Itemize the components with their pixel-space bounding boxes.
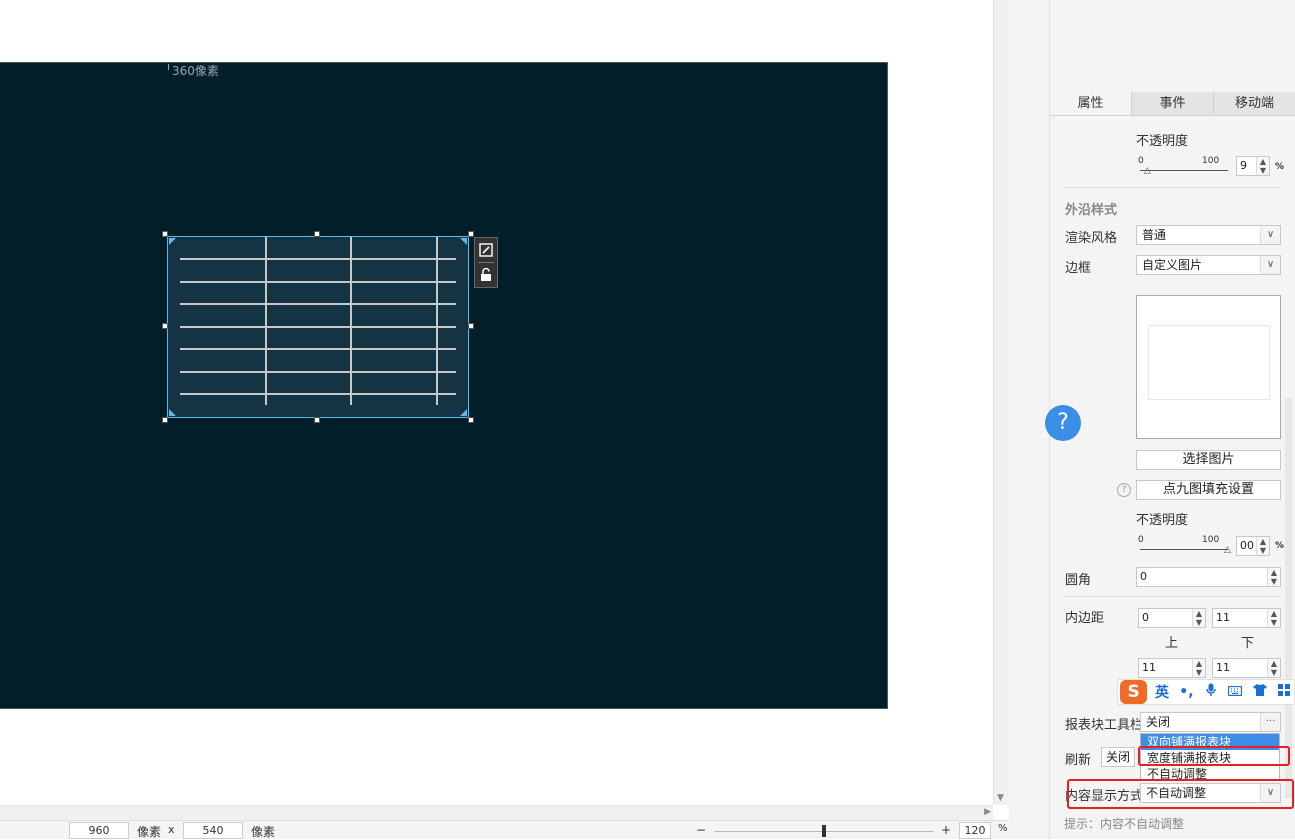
report-table-block[interactable] [167,236,469,418]
opacity-label: 不透明度 [1136,134,1189,149]
help-bubble-button[interactable]: ? [1045,405,1081,441]
shirt-icon[interactable] [1250,684,1269,700]
ime-toolbar: S 英 •, [1117,679,1295,705]
language-toggle[interactable]: 英 [1152,682,1171,702]
status-bar: 960 像素 x 540 像素 − + 120 % [0,820,1009,839]
border-opacity-slider-thumb[interactable]: △ [1224,545,1231,555]
border-select[interactable]: 自定义图片 ∨ [1136,255,1281,275]
more-options-button[interactable]: ··· [1260,713,1280,731]
corner-decoration [460,409,467,416]
corner-radius-stepper[interactable]: ▲ ▼ [1267,568,1280,586]
table-grid [169,237,467,416]
punctuation-toggle[interactable]: •, [1177,684,1196,700]
render-style-label: 渲染风格 [1065,231,1118,246]
render-style-select[interactable]: 普通 ∨ [1136,225,1281,245]
opacity-slider[interactable] [1140,170,1228,171]
opacity-max-label: 100 [1202,156,1220,166]
microphone-icon[interactable] [1201,683,1220,701]
ninepatch-fill-button[interactable]: 点九图填充设置 [1136,480,1281,500]
resize-handle-bl[interactable] [162,417,168,423]
opacity-input[interactable]: 9 ▲ ▼ [1236,156,1270,176]
corner-radius-label: 圆角 [1065,573,1092,588]
unlock-icon[interactable] [475,263,497,287]
refresh-label: 刷新 [1065,753,1092,768]
border-opacity-input[interactable]: 00 ▲ ▼ [1236,536,1270,556]
padding-left-input[interactable]: 11 ▲ ▼ [1138,658,1206,678]
scroll-right-arrow[interactable]: ▶ [984,807,991,817]
padding-bottom-stepper[interactable]: ▲ ▼ [1267,609,1280,627]
resize-handle-br[interactable] [468,417,474,423]
border-opacity-unit-label: % [1275,541,1285,551]
grid-icon[interactable] [1275,684,1294,700]
scroll-down-arrow[interactable]: ▼ [997,793,1004,803]
times-label: x [168,823,175,836]
resize-handle-mr[interactable] [468,323,474,329]
select-image-button[interactable]: 选择图片 [1136,450,1281,470]
padding-bottom-label: 下 [1241,636,1255,651]
padding-right-stepper[interactable]: ▲ ▼ [1267,659,1280,677]
ruler-label: 360像素 [168,62,219,79]
chevron-down-icon: ∨ [1260,256,1280,274]
zoom-input[interactable]: 120 [959,822,991,839]
border-image-preview [1136,295,1281,439]
design-workspace[interactable]: 360像素 [0,0,993,805]
padding-top-input[interactable]: 0 ▲ ▼ [1138,608,1206,628]
widget-mini-toolbar [474,237,498,288]
border-opacity-slider[interactable] [1140,549,1228,550]
resize-handle-bm[interactable] [314,417,320,423]
report-toolbar-label: 报表块工具栏 [1065,718,1144,733]
opacity-min-label: 0 [1138,156,1144,166]
opacity-stepper[interactable]: ▲ ▼ [1256,157,1269,175]
border-label: 边框 [1065,261,1092,276]
property-panel: 属性 事件 移动端 不透明度 0 100 △ 9 ▲ ▼ % 外沿样式 渲染风格 … [1049,0,1295,839]
canvas-width-input[interactable]: 960 [69,822,129,839]
tab-properties[interactable]: 属性 [1050,92,1132,115]
refresh-select[interactable]: 关闭 [1101,747,1135,767]
corner-decoration [460,238,467,245]
zoom-out-button[interactable]: − [696,823,706,837]
tab-events[interactable]: 事件 [1132,92,1214,115]
padding-left-stepper[interactable]: ▲ ▼ [1192,659,1205,677]
resize-handle-ml[interactable] [162,323,168,329]
border-opacity-stepper[interactable]: ▲ ▼ [1256,537,1269,555]
zoom-slider-thumb[interactable] [822,825,826,837]
hint-text: 提示：内容不自动调整 [1064,817,1185,831]
edit-icon[interactable] [475,238,497,262]
panel-tabs: 属性 事件 移动端 [1050,92,1295,116]
keyboard-icon[interactable] [1226,684,1245,700]
outer-style-section-title: 外沿样式 [1065,203,1118,218]
tab-mobile[interactable]: 移动端 [1214,92,1295,115]
canvas-height-input[interactable]: 540 [183,822,243,839]
corner-radius-input[interactable]: 0 ▲ ▼ [1136,567,1281,587]
padding-label: 内边距 [1065,611,1105,626]
resize-handle-tl[interactable] [162,231,168,237]
corner-decoration [169,409,176,416]
corner-decoration [169,238,176,245]
padding-top-label: 上 [1165,636,1179,651]
report-toolbar-select[interactable]: 关闭 ··· [1140,712,1281,732]
border-opacity-max-label: 100 [1202,535,1220,545]
padding-right-input[interactable]: 11 ▲ ▼ [1212,658,1281,678]
panel-scrollbar[interactable] [1285,398,1292,798]
highlight-box [1067,779,1294,809]
sogou-logo-icon[interactable]: S [1120,680,1148,704]
padding-bottom-input[interactable]: 11 ▲ ▼ [1212,608,1281,628]
zoom-unit-label: % [998,823,1008,834]
border-opacity-min-label: 0 [1138,535,1144,545]
panel-gutter [1009,0,1049,839]
workspace-horizontal-scrollbar[interactable]: ▶ [0,805,993,820]
chevron-down-icon: ∨ [1260,226,1280,244]
height-unit-label: 像素 [251,825,276,839]
opacity-unit-label: % [1275,162,1285,172]
width-unit-label: 像素 [137,825,162,839]
help-circle-icon[interactable]: ? [1117,483,1131,497]
opacity-slider-thumb[interactable]: △ [1144,166,1151,176]
resize-handle-tm[interactable] [314,231,320,237]
zoom-in-button[interactable]: + [941,823,951,837]
workspace-vertical-scrollbar[interactable]: ▼ [993,0,1009,805]
highlight-box [1138,746,1290,766]
padding-top-stepper[interactable]: ▲ ▼ [1192,609,1205,627]
border-image-thumbnail [1148,325,1270,400]
border-opacity-label: 不透明度 [1136,513,1189,528]
